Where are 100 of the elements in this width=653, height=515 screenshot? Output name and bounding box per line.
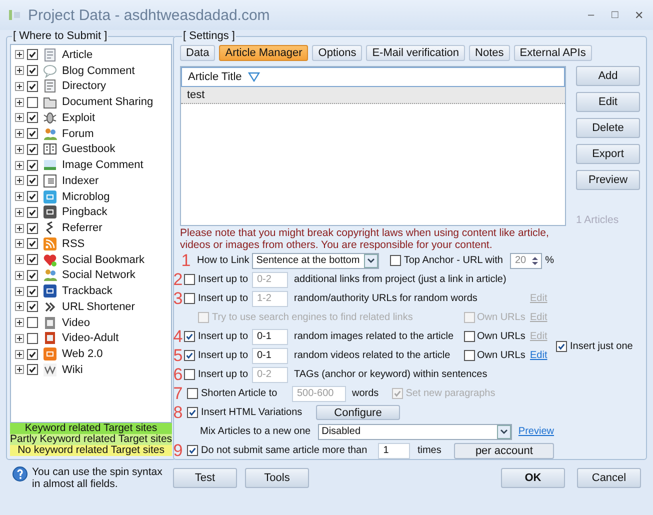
expand-icon[interactable] bbox=[15, 318, 24, 328]
expand-icon[interactable] bbox=[15, 350, 24, 359]
tree-item[interactable]: Microblog bbox=[62, 190, 110, 203]
checkbox[interactable] bbox=[187, 388, 198, 399]
expand-icon[interactable] bbox=[15, 286, 24, 296]
checkbox[interactable] bbox=[27, 238, 38, 250]
tab[interactable]: Data bbox=[180, 45, 216, 61]
tree-item[interactable]: Document Sharing bbox=[62, 96, 154, 108]
tree-item[interactable]: URL Shortener bbox=[62, 300, 135, 313]
edit-link[interactable]: Edit bbox=[530, 350, 552, 361]
input-field[interactable]: 0-1 bbox=[252, 328, 288, 344]
checkbox[interactable] bbox=[27, 206, 38, 218]
tree-item[interactable]: Web 2.0 bbox=[62, 348, 103, 360]
checkbox[interactable] bbox=[187, 445, 198, 456]
expand-icon[interactable] bbox=[15, 208, 24, 217]
tree-item[interactable]: Trackback bbox=[62, 285, 112, 298]
checkbox[interactable] bbox=[27, 270, 38, 281]
checkbox[interactable] bbox=[27, 301, 38, 312]
checkbox[interactable] bbox=[27, 191, 38, 202]
expand-icon[interactable] bbox=[15, 224, 24, 233]
option-button[interactable]: per account bbox=[454, 442, 554, 458]
action-button[interactable]: Export bbox=[576, 144, 640, 164]
footer-button[interactable]: Test bbox=[173, 468, 237, 488]
expand-icon[interactable] bbox=[15, 365, 24, 374]
filter-icon[interactable] bbox=[248, 72, 260, 82]
checkbox[interactable] bbox=[27, 144, 38, 155]
expand-icon[interactable] bbox=[15, 113, 24, 122]
checkbox[interactable] bbox=[187, 407, 198, 418]
expand-icon[interactable] bbox=[15, 176, 24, 186]
dropdown[interactable]: Sentence at the bottom bbox=[252, 252, 379, 268]
expand-icon[interactable] bbox=[15, 98, 24, 107]
checkbox[interactable] bbox=[27, 175, 38, 186]
tree-item[interactable]: Wiki bbox=[62, 364, 83, 376]
tree-item[interactable]: Guestbook bbox=[62, 143, 116, 156]
checkbox[interactable] bbox=[464, 331, 475, 342]
maximize-button[interactable]: □ bbox=[609, 8, 621, 22]
checkbox[interactable] bbox=[27, 364, 38, 376]
expand-icon[interactable] bbox=[15, 255, 24, 264]
tree-item[interactable]: Blog Comment bbox=[62, 64, 135, 77]
option-button[interactable]: Configure bbox=[316, 405, 400, 420]
preview-link[interactable]: Preview bbox=[518, 426, 554, 437]
tree-item[interactable]: Video-Adult bbox=[62, 332, 119, 344]
ok-button[interactable]: OK bbox=[501, 468, 565, 488]
checkbox[interactable] bbox=[27, 332, 38, 344]
tree-item[interactable]: RSS bbox=[62, 238, 85, 250]
checkbox[interactable] bbox=[184, 350, 195, 361]
number-field[interactable]: 20 bbox=[510, 252, 542, 268]
expand-icon[interactable] bbox=[15, 334, 24, 343]
checkbox[interactable] bbox=[27, 160, 38, 171]
input-field[interactable]: 1 bbox=[378, 442, 410, 458]
tab[interactable]: Options bbox=[312, 45, 362, 61]
checkbox[interactable] bbox=[27, 348, 38, 360]
tree-item[interactable]: Directory bbox=[62, 80, 106, 92]
checkbox[interactable] bbox=[27, 112, 38, 124]
footer-button[interactable]: Tools bbox=[245, 468, 309, 488]
tree-item[interactable]: Image Comment bbox=[62, 159, 144, 172]
expand-icon[interactable] bbox=[15, 50, 24, 60]
column-header[interactable]: Article Title bbox=[181, 67, 565, 87]
expand-icon[interactable] bbox=[15, 82, 24, 91]
tree-item[interactable]: Exploit bbox=[62, 112, 96, 124]
checkbox[interactable] bbox=[464, 350, 475, 361]
checkbox[interactable] bbox=[184, 369, 195, 380]
checkbox[interactable] bbox=[27, 65, 38, 76]
expand-icon[interactable] bbox=[15, 239, 24, 248]
checkbox[interactable] bbox=[184, 274, 195, 285]
expand-icon[interactable] bbox=[15, 144, 24, 154]
minimize-button[interactable]: – bbox=[585, 8, 597, 22]
action-button[interactable]: Edit bbox=[576, 92, 640, 112]
list-row[interactable]: test bbox=[181, 87, 565, 104]
tab[interactable]: External APIs bbox=[514, 45, 592, 61]
checkbox[interactable] bbox=[184, 293, 195, 304]
expand-icon[interactable] bbox=[15, 129, 24, 138]
action-button[interactable]: Add bbox=[576, 66, 640, 86]
checkbox[interactable] bbox=[27, 254, 38, 266]
checkbox[interactable] bbox=[27, 222, 38, 234]
expand-icon[interactable] bbox=[15, 270, 24, 280]
tab[interactable]: E-Mail verification bbox=[366, 45, 466, 61]
tree-item[interactable]: Indexer bbox=[62, 174, 99, 187]
cancel-button[interactable]: Cancel bbox=[577, 468, 641, 488]
checkbox[interactable] bbox=[556, 340, 567, 352]
checkbox[interactable] bbox=[27, 128, 38, 140]
checkbox[interactable] bbox=[27, 49, 38, 60]
expand-icon[interactable] bbox=[15, 192, 24, 202]
close-button[interactable]: ✕ bbox=[633, 8, 645, 22]
checkbox[interactable] bbox=[27, 80, 38, 92]
checkbox[interactable] bbox=[27, 96, 38, 108]
checkbox[interactable] bbox=[184, 331, 195, 342]
checkbox[interactable] bbox=[390, 255, 401, 266]
tree-item[interactable]: Social Network bbox=[62, 269, 136, 282]
checkbox[interactable] bbox=[27, 317, 38, 328]
expand-icon[interactable] bbox=[15, 160, 24, 170]
input-field[interactable]: 0-1 bbox=[252, 348, 288, 364]
expand-icon[interactable] bbox=[15, 66, 24, 76]
tree-item[interactable]: Forum bbox=[62, 128, 94, 140]
expand-icon[interactable] bbox=[15, 302, 24, 312]
tree-item[interactable]: Referrer bbox=[62, 222, 102, 234]
dropdown[interactable]: Disabled bbox=[318, 424, 512, 440]
tab[interactable]: Article Manager bbox=[219, 45, 308, 61]
action-button[interactable]: Preview bbox=[576, 170, 640, 190]
action-button[interactable]: Delete bbox=[576, 118, 640, 138]
